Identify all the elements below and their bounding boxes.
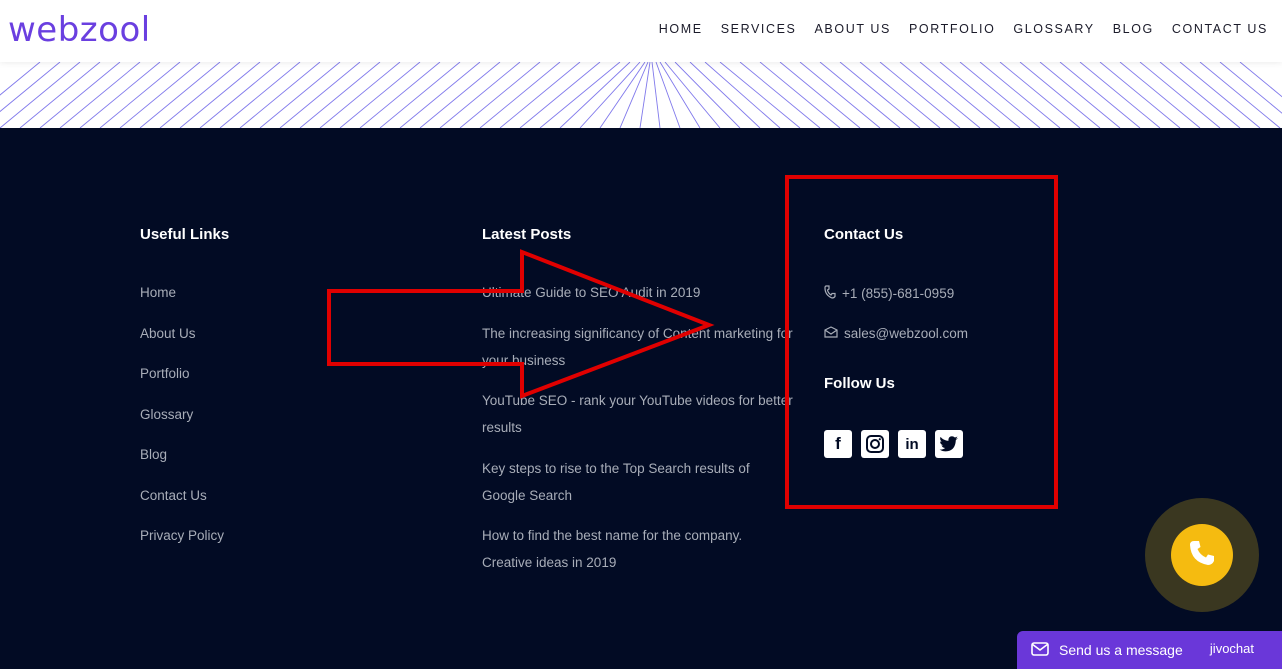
annotation-arrow xyxy=(327,249,715,399)
